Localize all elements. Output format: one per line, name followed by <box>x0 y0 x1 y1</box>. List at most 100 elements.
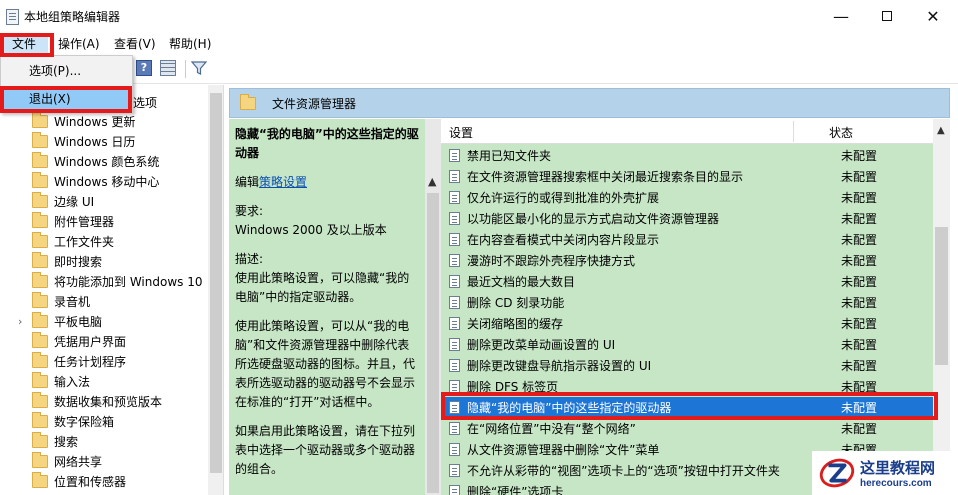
row-state: 未配置 <box>841 422 878 436</box>
minimize-button[interactable]: — <box>818 0 864 32</box>
tree-item[interactable]: 搜索 <box>32 431 78 451</box>
policy-setting-icon <box>449 443 460 456</box>
policy-setting-icon <box>449 254 460 267</box>
folder-icon <box>32 151 48 168</box>
menu-action[interactable]: 操作(A) <box>54 34 104 54</box>
row-state: 未配置 <box>841 317 878 331</box>
column-separator[interactable] <box>793 121 794 142</box>
table-row[interactable]: 漫游时不跟踪外壳程序快捷方式 未配置 <box>441 250 933 271</box>
expand-arrow-icon[interactable]: › <box>18 315 22 328</box>
tree-item-label: 任务计划程序 <box>54 354 127 369</box>
folder-icon <box>32 111 48 128</box>
description-text: 描述: 使用此策略设置，可以隐藏“我的电脑”中的指定驱动器。 <box>235 250 419 307</box>
tree-item-label: 录音机 <box>54 294 91 309</box>
tree-scroll-thumb[interactable] <box>210 93 222 473</box>
content-title: 文件资源管理器 <box>272 96 357 111</box>
table-row[interactable]: 以功能区最小化的显示方式启动文件资源管理器 未配置 <box>441 208 933 229</box>
row-state: 未配置 <box>841 275 878 289</box>
maximize-button[interactable] <box>864 0 910 32</box>
toolbar-separator <box>185 60 186 78</box>
tree-scrollbar[interactable] <box>208 85 223 495</box>
folder-icon <box>32 351 48 368</box>
scroll-up-icon[interactable]: ▲ <box>937 125 945 136</box>
tree-item-label: 即时搜索 <box>54 254 103 269</box>
tree-item[interactable]: 数据收集和预览版本 <box>32 391 162 411</box>
tree-item[interactable]: 将功能添加到 Windows 10 <box>32 271 202 291</box>
folder-icon <box>32 311 48 328</box>
description-scroll-thumb[interactable] <box>427 193 439 493</box>
table-row[interactable]: 关闭缩略图的缓存 未配置 <box>441 313 933 334</box>
table-row[interactable]: 在内容查看模式中关闭内容片段显示 未配置 <box>441 229 933 250</box>
description-scrollbar[interactable]: ▲ <box>425 119 441 495</box>
policy-setting-icon <box>449 149 460 162</box>
tree-item[interactable]: Windows 日历 <box>32 131 135 151</box>
folder-icon <box>32 371 48 388</box>
row-setting-name: 在“网络位置”中没有“整个网络” <box>467 422 636 436</box>
watermark-logo-icon <box>819 458 855 488</box>
tree-item[interactable]: 边缘 UI <box>32 191 94 211</box>
table-row[interactable]: 删除更改菜单动画设置的 UI 未配置 <box>441 334 933 355</box>
table-row[interactable]: 最近文档的最大数目 未配置 <box>441 271 933 292</box>
tree-item-label: 网络共享 <box>54 454 103 469</box>
tree-item[interactable]: 任务计划程序 <box>32 351 126 371</box>
tree-item[interactable]: Windows 移动中心 <box>32 171 159 191</box>
menu-item-options[interactable]: 选项(P)... <box>3 60 130 82</box>
tree-item-label: 附件管理器 <box>54 214 115 229</box>
tree-item[interactable]: Windows 更新 <box>32 111 135 131</box>
table-row[interactable]: 禁用已知文件夹 未配置 <box>441 145 933 166</box>
table-row[interactable]: 删除 CD 刻录功能 未配置 <box>441 292 933 313</box>
folder-icon <box>32 391 48 408</box>
tree-item[interactable]: 工作文件夹 <box>32 231 114 251</box>
scroll-up-icon[interactable]: ▲ <box>428 175 436 188</box>
tree-item[interactable]: 位置和传感器 <box>32 471 126 491</box>
folder-icon <box>32 271 48 288</box>
menu-bar: 文件(F) 操作(A) 查看(V) 帮助(H) <box>0 34 958 71</box>
row-setting-name: 以功能区最小化的显示方式启动文件资源管理器 <box>467 212 720 226</box>
column-header-setting[interactable]: 设置 <box>449 124 473 141</box>
column-header-state[interactable]: 状态 <box>829 124 853 141</box>
row-state: 未配置 <box>841 359 878 373</box>
policy-title: 隐藏“我的电脑”中的这些指定的驱动器 <box>235 127 419 160</box>
tree-item-label: 输入法 <box>54 374 91 389</box>
edit-policy-link[interactable]: 策略设置 <box>259 175 307 189</box>
table-row[interactable]: 在“网络位置”中没有“整个网络” 未配置 <box>441 418 933 439</box>
tree-item[interactable]: 输入法 <box>32 371 90 391</box>
maximize-icon <box>882 11 892 21</box>
row-setting-name: 仅允许运行的或得到批准的外壳扩展 <box>467 191 660 205</box>
settings-scrollbar[interactable]: ▲ <box>933 119 950 495</box>
tree-item-label: 将功能添加到 Windows 10 <box>54 274 203 289</box>
tree-item[interactable]: 即时搜索 <box>32 251 102 271</box>
navigation-tree: 选项 Windows 更新 Windows 日历 Windows 颜色系统 Windo… <box>0 85 224 495</box>
menu-help[interactable]: 帮助(H) <box>165 34 215 54</box>
tree-item[interactable]: 数字保险箱 <box>32 411 114 431</box>
folder-icon <box>32 231 48 248</box>
row-setting-name: 删除更改键盘导航指示器设置的 UI <box>467 359 652 373</box>
tree-item-partial[interactable]: 选项 <box>133 94 157 111</box>
tree-item[interactable]: 附件管理器 <box>32 211 114 231</box>
highlight-exit-item <box>0 86 132 113</box>
watermark-text: 这里教程网 herecours.com <box>860 457 935 489</box>
menu-view[interactable]: 查看(V) <box>110 34 160 54</box>
tree-item[interactable]: › 平板电脑 <box>18 311 102 331</box>
close-button[interactable]: ✕ <box>910 0 956 32</box>
settings-scroll-thumb[interactable] <box>935 227 948 365</box>
table-row[interactable]: 删除更改键盘导航指示器设置的 UI 未配置 <box>441 355 933 376</box>
watermark: 这里教程网 herecours.com <box>812 451 958 495</box>
filter-icon[interactable] <box>190 60 208 76</box>
table-row[interactable]: 在文件资源管理器搜索框中关闭最近搜索条目的显示 未配置 <box>441 166 933 187</box>
table-row[interactable]: 仅允许运行的或得到批准的外壳扩展 未配置 <box>441 187 933 208</box>
policy-setting-icon <box>449 170 460 183</box>
tree-item[interactable]: 凭据用户界面 <box>32 331 126 351</box>
tree-item[interactable]: 录音机 <box>32 291 90 311</box>
show-hide-pane-icon[interactable] <box>160 60 176 76</box>
folder-icon <box>240 93 256 110</box>
row-state: 未配置 <box>841 191 878 205</box>
tree-item[interactable]: Windows 颜色系统 <box>32 151 159 171</box>
row-setting-name: 关闭缩略图的缓存 <box>467 317 564 331</box>
requirement-label: 要求: <box>235 204 264 218</box>
tree-item[interactable]: 网络共享 <box>32 451 102 471</box>
folder-icon <box>32 171 48 188</box>
row-state: 未配置 <box>841 212 878 226</box>
content-pane: 文件资源管理器 隐藏“我的电脑”中的这些指定的驱动器 编辑策略设置 要求: Win… <box>229 88 958 495</box>
help-icon[interactable]: ? <box>136 60 152 76</box>
